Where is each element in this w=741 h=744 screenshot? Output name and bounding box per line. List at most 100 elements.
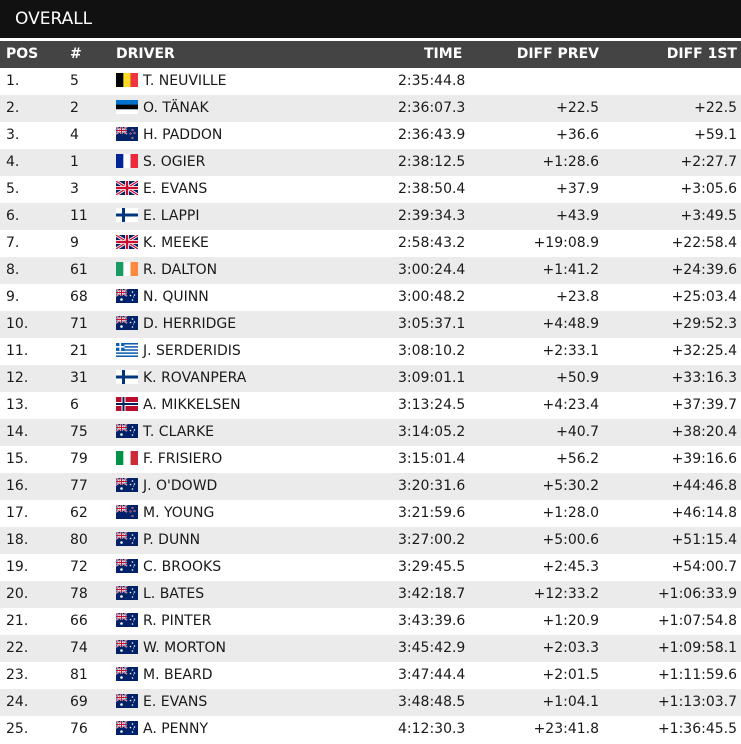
table-row: 9. 68 N. QUINN 3:00:48.2 +23.8 +25:03.4 [0, 284, 741, 311]
driver-cell: P. DUNN [116, 527, 200, 554]
driver-name: F. FRISIERO [143, 451, 223, 467]
driver-cell: L. BATES [116, 581, 204, 608]
diff-prev-cell: +1:41.2 [542, 262, 599, 278]
driver-cell: R. PINTER [116, 608, 211, 635]
driver-cell: A. MIKKELSEN [116, 392, 241, 419]
driver-name: J. SERDERIDIS [143, 343, 241, 359]
diff-first-cell: +29:52.3 [671, 316, 737, 332]
car-number-cell: 6 [70, 397, 79, 413]
australia-flag-icon [116, 315, 138, 330]
time-cell: 2:36:43.9 [398, 127, 466, 143]
car-number-cell: 9 [70, 235, 79, 251]
table-row: 1. 5 T. NEUVILLE 2:35:44.8 [0, 68, 741, 95]
driver-cell: K. MEEKE [116, 230, 209, 257]
diff-prev-cell: +2:45.3 [542, 559, 599, 575]
car-number-cell: 75 [70, 424, 88, 440]
table-row: 7. 9 K. MEEKE 2:58:43.2 +19:08.9 +22:58.4 [0, 230, 741, 257]
diff-first-cell: +33:16.3 [671, 370, 737, 386]
australia-flag-icon [116, 612, 138, 627]
australia-flag-icon [116, 423, 138, 438]
car-number-cell: 1 [70, 154, 79, 170]
diff-first-cell: +39:16.6 [671, 451, 737, 467]
position-cell: 12. [6, 370, 29, 386]
position-cell: 3. [6, 127, 20, 143]
time-cell: 3:20:31.6 [398, 478, 466, 494]
table-row: 3. 4 H. PADDON 2:36:43.9 +36.6 +59.1 [0, 122, 741, 149]
car-number-cell: 61 [70, 262, 88, 278]
car-number-cell: 66 [70, 613, 88, 629]
table-header: POS # DRIVER TIME DIFF PREV DIFF 1ST [0, 41, 741, 68]
diff-prev-cell: +40.7 [556, 424, 599, 440]
driver-cell: N. QUINN [116, 284, 209, 311]
driver-name: H. PADDON [143, 127, 223, 143]
table-row: 10. 71 D. HERRIDGE 3:05:37.1 +4:48.9 +29:52.3 [0, 311, 741, 338]
time-cell: 3:00:48.2 [398, 289, 466, 305]
australia-flag-icon [116, 288, 138, 303]
position-cell: 7. [6, 235, 20, 251]
diff-prev-cell: +12:33.2 [533, 586, 599, 602]
time-cell: 3:29:45.5 [398, 559, 466, 575]
diff-prev-cell: +2:01.5 [542, 667, 599, 683]
australia-flag-icon [116, 693, 138, 708]
position-cell: 10. [6, 316, 29, 332]
car-number-cell: 62 [70, 505, 88, 521]
table-row: 20. 78 L. BATES 3:42:18.7 +12:33.2 +1:06:33.9 [0, 581, 741, 608]
new-zealand-flag-icon [116, 126, 138, 141]
new-zealand-flag-icon [116, 504, 138, 519]
australia-flag-icon [116, 666, 138, 681]
position-cell: 20. [6, 586, 29, 602]
diff-first-cell: +54:00.7 [671, 559, 737, 575]
driver-name: R. DALTON [143, 262, 218, 278]
position-cell: 1. [6, 73, 20, 89]
belgium-flag-icon [116, 72, 138, 87]
table-row: 24. 69 E. EVANS 3:48:48.5 +1:04.1 +1:13:03.7 [0, 689, 741, 716]
time-cell: 3:13:24.5 [398, 397, 466, 413]
time-cell: 3:45:42.9 [398, 640, 466, 656]
diff-prev-cell: +4:23.4 [542, 397, 599, 413]
position-cell: 4. [6, 154, 20, 170]
diff-prev-cell: +23.8 [556, 289, 599, 305]
driver-cell: H. PADDON [116, 122, 222, 149]
table-row: 15. 79 F. FRISIERO 3:15:01.4 +56.2 +39:16.6 [0, 446, 741, 473]
greece-flag-icon [116, 342, 138, 357]
driver-name: C. BROOKS [143, 559, 222, 575]
diff-first-cell: +51:15.4 [671, 532, 737, 548]
position-cell: 14. [6, 424, 29, 440]
time-cell: 2:35:44.8 [398, 73, 466, 89]
diff-prev-cell: +4:48.9 [542, 316, 599, 332]
australia-flag-icon [116, 720, 138, 735]
diff-first-cell: +24:39.6 [671, 262, 737, 278]
time-cell: 3:48:48.5 [398, 694, 466, 710]
driver-cell: J. O'DOWD [116, 473, 217, 500]
driver-cell: S. OGIER [116, 149, 205, 176]
time-cell: 2:38:12.5 [398, 154, 466, 170]
page-title: OVERALL [0, 0, 741, 38]
time-cell: 3:09:01.1 [398, 370, 466, 386]
finland-flag-icon [116, 207, 138, 222]
car-number-cell: 71 [70, 316, 88, 332]
diff-first-cell: +1:09:58.1 [657, 640, 737, 656]
driver-cell: C. BROOKS [116, 554, 221, 581]
diff-first-cell: +1:13:03.7 [657, 694, 737, 710]
time-cell: 3:27:00.2 [398, 532, 466, 548]
table-row: 17. 62 M. YOUNG 3:21:59.6 +1:28.0 +46:14.8 [0, 500, 741, 527]
time-cell: 3:15:01.4 [398, 451, 466, 467]
table-row: 21. 66 R. PINTER 3:43:39.6 +1:20.9 +1:07:54.8 [0, 608, 741, 635]
driver-name: P. DUNN [143, 532, 201, 548]
table-row: 11. 21 J. SERDERIDIS 3:08:10.2 +2:33.1 +32:25… [0, 338, 741, 365]
driver-name: O. TÄNAK [143, 100, 209, 116]
driver-cell: J. SERDERIDIS [116, 338, 241, 365]
car-number-cell: 72 [70, 559, 88, 575]
car-number-cell: 69 [70, 694, 88, 710]
column-header-number: # [70, 46, 82, 62]
diff-prev-cell: +1:28.6 [542, 154, 599, 170]
diff-first-cell: +1:07:54.8 [657, 613, 737, 629]
diff-prev-cell: +1:04.1 [542, 694, 599, 710]
column-header-pos: POS [6, 46, 39, 62]
diff-first-cell: +46:14.8 [671, 505, 737, 521]
position-cell: 6. [6, 208, 20, 224]
table-row: 12. 31 K. ROVANPERA 3:09:01.1 +50.9 +33:16.3 [0, 365, 741, 392]
uk-flag-icon [116, 234, 138, 249]
uk-flag-icon [116, 180, 138, 195]
car-number-cell: 2 [70, 100, 79, 116]
